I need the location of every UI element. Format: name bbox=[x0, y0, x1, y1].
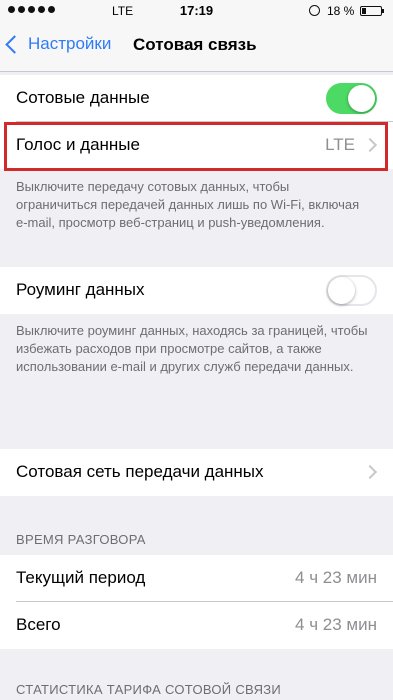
data-roaming-label: Роуминг данных bbox=[16, 280, 145, 299]
current-period-row: Текущий период 4 ч 23 мин bbox=[0, 555, 393, 602]
back-button[interactable]: Настройки bbox=[5, 34, 112, 54]
current-period-label: Текущий период bbox=[16, 568, 146, 587]
highlight-frame bbox=[4, 122, 388, 171]
cellular-network-label: Сотовая сеть передачи данных bbox=[16, 462, 264, 481]
cellular-data-label: Сотовые данные bbox=[16, 88, 150, 107]
battery-percentage: 18 % bbox=[327, 4, 355, 18]
call-time-header: ВРЕМЯ РАЗГОВОРА bbox=[16, 532, 146, 547]
total-row: Всего 4 ч 23 мин bbox=[0, 602, 393, 649]
status-bar: LTE 17:19 18 % bbox=[0, 0, 393, 22]
cellular-data-row: Сотовые данные bbox=[0, 75, 393, 122]
cellular-network-row[interactable]: Сотовая сеть передачи данных bbox=[0, 449, 393, 496]
chevron-right-icon bbox=[362, 464, 378, 480]
total-value: 4 ч 23 мин bbox=[295, 615, 377, 634]
data-roaming-toggle[interactable] bbox=[326, 275, 377, 306]
toggle-knob bbox=[348, 85, 375, 112]
chevron-left-icon bbox=[5, 35, 24, 54]
total-label: Всего bbox=[16, 615, 61, 634]
roaming-footer: Выключите роуминг данных, находясь за гр… bbox=[16, 323, 368, 374]
tariff-stats-header: СТАТИСТИКА ТАРИФА СОТОВОЙ СВЯЗИ bbox=[16, 682, 282, 697]
page-title: Сотовая связь bbox=[133, 35, 257, 54]
rotation-lock-icon bbox=[309, 5, 320, 16]
navigation-bar: Настройки Сотовая связь bbox=[0, 22, 393, 72]
cellular-data-footer: Выключите передачу сотовых данных, чтобы… bbox=[16, 179, 360, 230]
cellular-data-toggle[interactable] bbox=[326, 83, 377, 114]
back-button-label: Настройки bbox=[28, 34, 112, 53]
battery-icon bbox=[360, 6, 384, 16]
toggle-knob bbox=[328, 277, 355, 304]
data-roaming-row: Роуминг данных bbox=[0, 267, 393, 314]
current-period-value: 4 ч 23 мин bbox=[295, 568, 377, 587]
